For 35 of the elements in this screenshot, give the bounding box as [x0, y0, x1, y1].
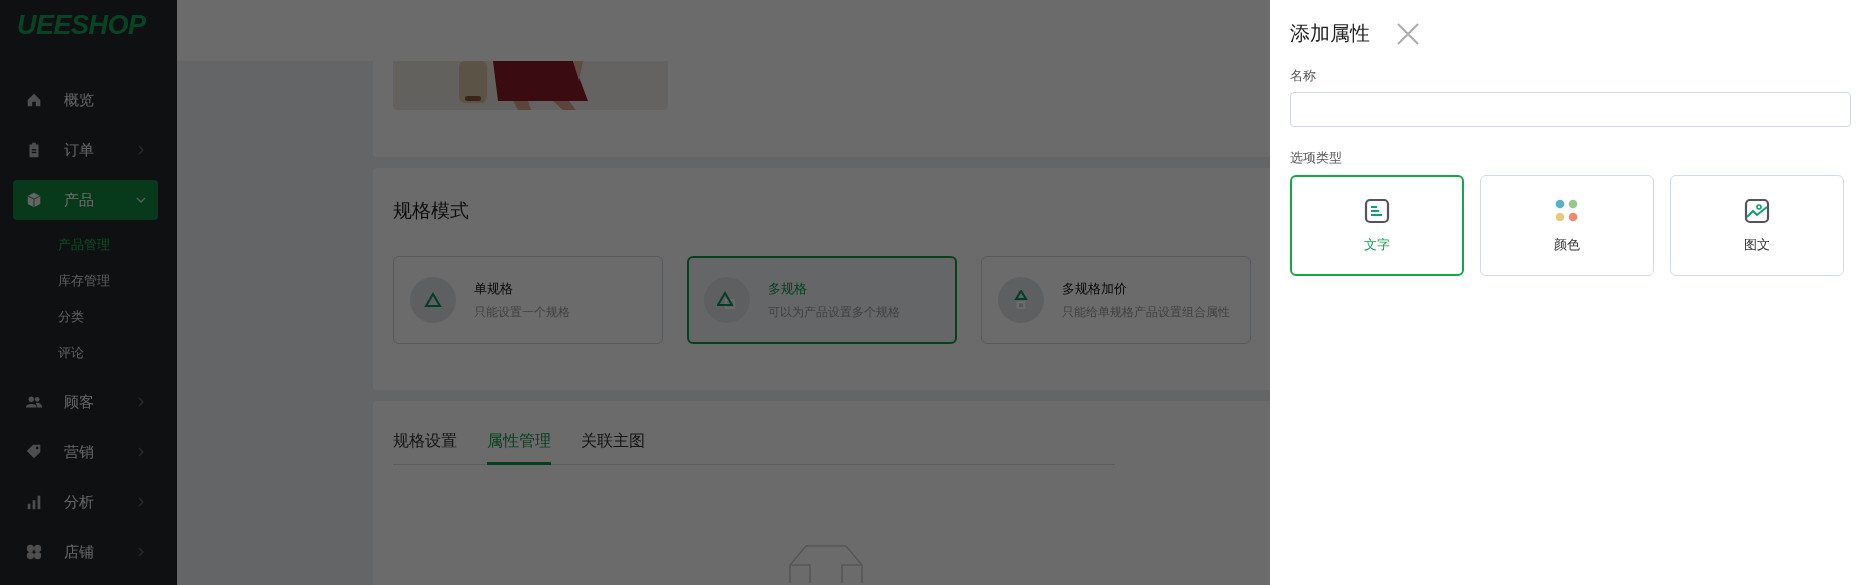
submenu-item[interactable]: 评论 [58, 335, 84, 371]
submenu-item[interactable]: 分类 [58, 299, 84, 335]
sidebar-item[interactable]: 分析 [13, 482, 158, 522]
type-option[interactable]: 颜色 [1480, 175, 1654, 276]
document-icon [1364, 197, 1390, 224]
grid-icon [25, 543, 43, 561]
field-label: 名称 [1290, 67, 1316, 85]
option-title: 多规格加价 [1062, 279, 1127, 298]
sidebar-item[interactable]: 店铺 [13, 532, 158, 572]
home-icon [25, 91, 43, 109]
tag-icon [25, 443, 43, 461]
sidebar-item[interactable]: 产品 [13, 180, 158, 220]
sidebar-item[interactable]: 营销 [13, 432, 158, 472]
box-icon [25, 191, 43, 209]
submenu-item[interactable]: 库存管理 [58, 263, 110, 299]
section-title: 规格模式 [393, 198, 469, 222]
image-icon [1744, 197, 1770, 224]
option-title: 单规格 [474, 279, 513, 298]
close-button[interactable] [1396, 21, 1420, 46]
field-label: 选项类型 [1290, 149, 1342, 167]
triangle-square-icon [717, 290, 737, 310]
sidebar-item[interactable]: 订单 [13, 130, 158, 170]
sidebar-item[interactable]: 顾客 [13, 382, 158, 422]
sidebar-item[interactable]: 概览 [13, 80, 158, 120]
tab[interactable]: 规格设置 [393, 425, 457, 465]
type-option[interactable]: 文字 [1290, 175, 1464, 276]
triangle-icon [423, 290, 443, 310]
type-option[interactable]: 图文 [1670, 175, 1844, 276]
tab[interactable]: 属性管理 [487, 425, 551, 465]
tab[interactable]: 关联主图 [581, 425, 645, 465]
drawer-title: 添加属性 [1290, 20, 1370, 47]
bar-chart-icon [25, 493, 43, 511]
color-dots-icon [1554, 197, 1580, 224]
option-title: 多规格 [768, 279, 807, 298]
name-input-field[interactable] [1290, 92, 1851, 127]
